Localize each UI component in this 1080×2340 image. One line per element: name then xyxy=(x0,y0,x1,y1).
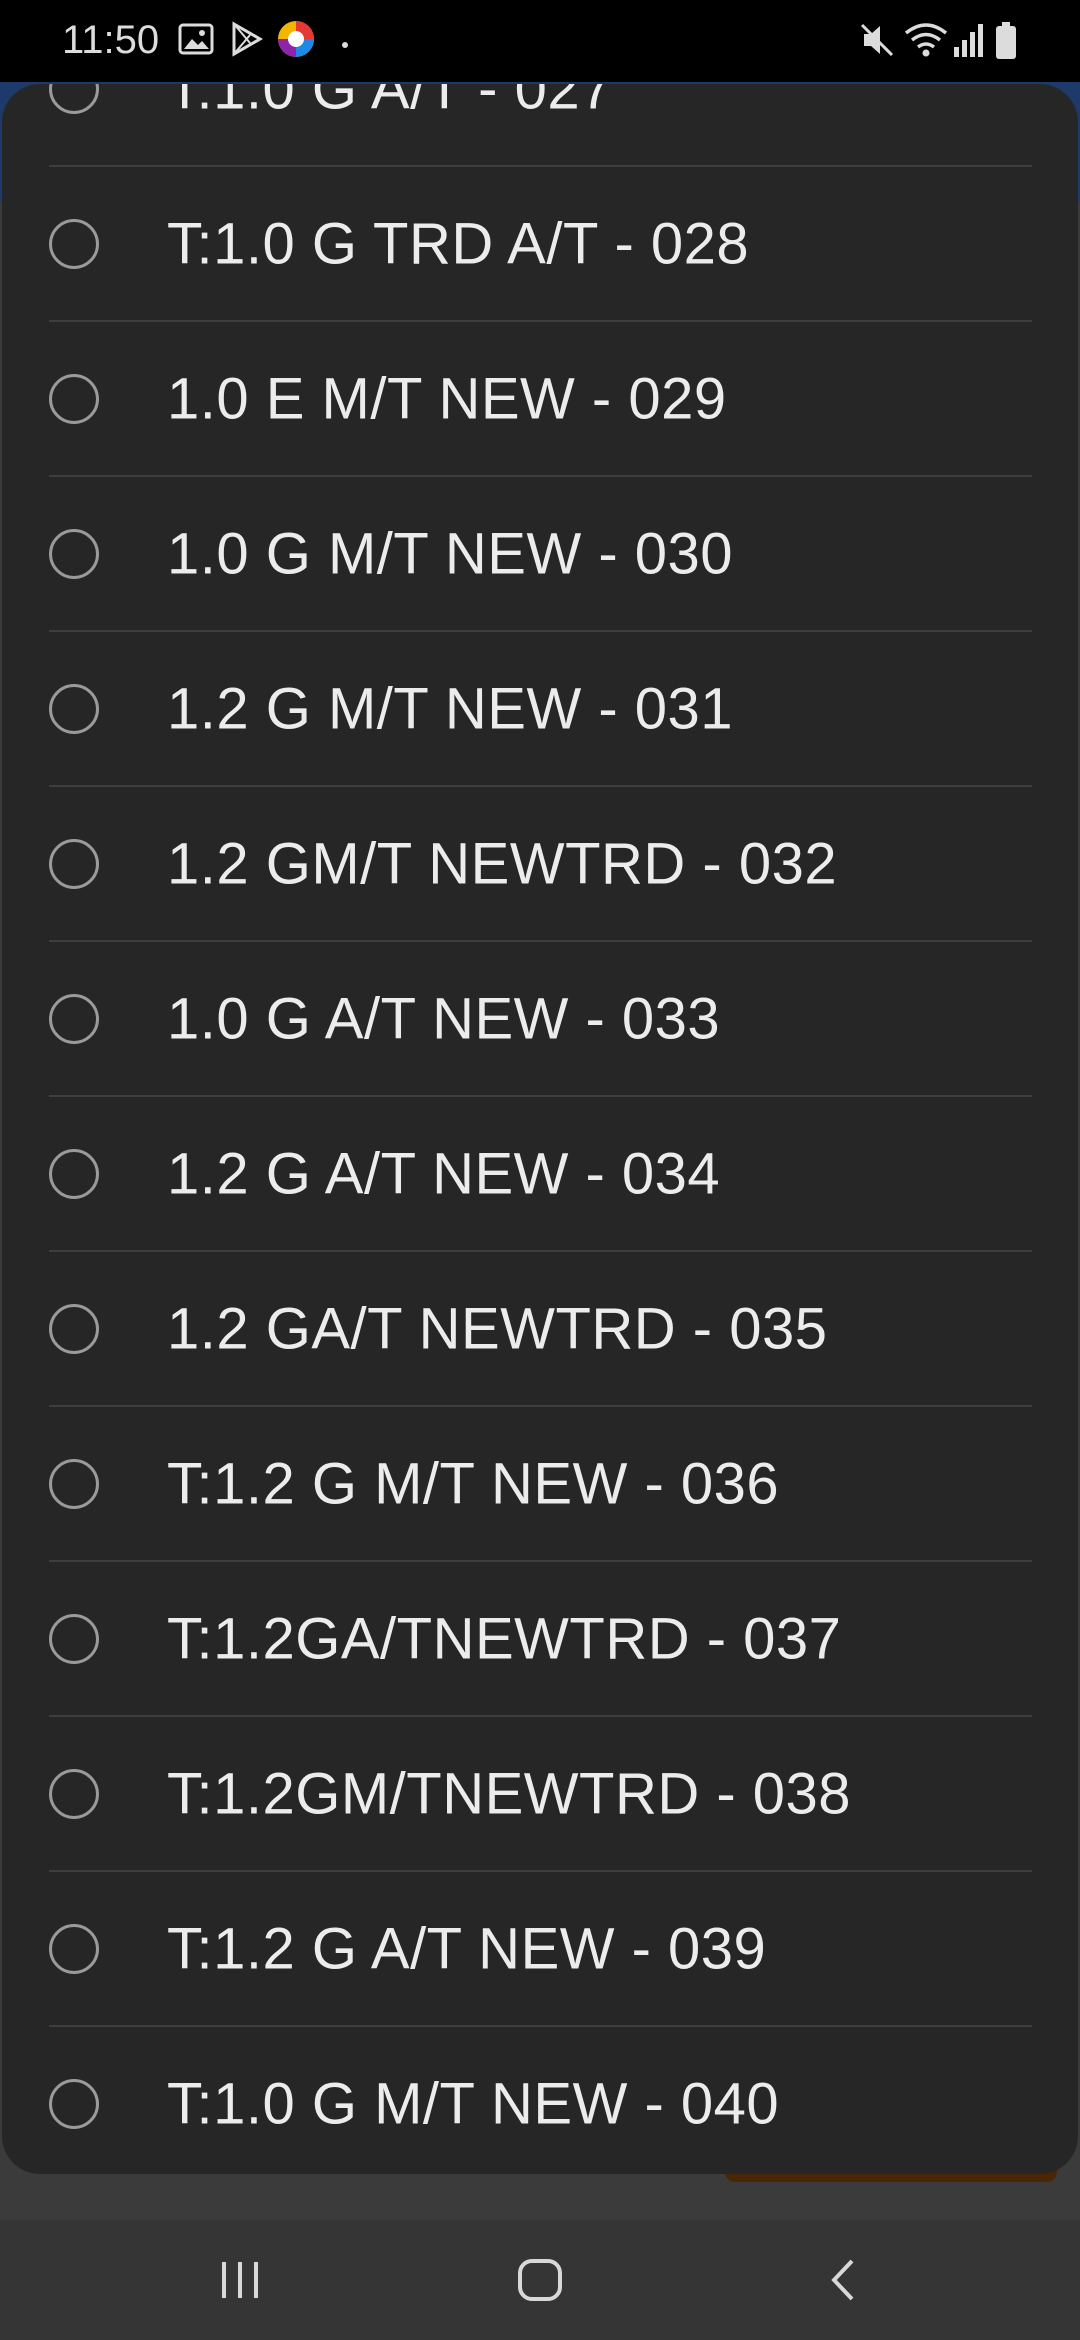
wifi-icon xyxy=(904,21,948,64)
home-icon[interactable] xyxy=(505,2250,575,2310)
status-bar: 11:50 xyxy=(0,0,1080,82)
radio-button[interactable] xyxy=(49,993,99,1044)
radio-button[interactable] xyxy=(49,1303,99,1354)
play-store-icon xyxy=(230,21,264,62)
list-item-label: 1.2 GA/T NEWTRD - 035 xyxy=(167,1296,828,1361)
list-item[interactable]: 1.2 G A/T NEW - 034 xyxy=(49,1097,1032,1252)
radio-button[interactable] xyxy=(49,683,99,734)
radio-button[interactable] xyxy=(49,1923,99,1974)
list-item-label: 1.2 GM/T NEWTRD - 032 xyxy=(167,831,838,896)
back-icon[interactable] xyxy=(808,2250,878,2310)
list-item-label: T:1.2 G A/T NEW - 039 xyxy=(167,1916,767,1981)
recents-icon[interactable] xyxy=(205,2250,275,2310)
list-item[interactable]: 1.0 E M/T NEW - 029 xyxy=(49,322,1032,477)
image-icon xyxy=(178,21,214,62)
radio-button[interactable] xyxy=(49,528,99,579)
list-item-label: T:1.2 G M/T NEW - 036 xyxy=(167,1451,780,1516)
list-item-label: 1.0 G A/T NEW - 033 xyxy=(167,986,721,1051)
list-item[interactable]: T:1.0 G TRD A/T - 028 xyxy=(49,167,1032,322)
list-item-label: 1.0 G M/T NEW - 030 xyxy=(167,521,734,586)
list-item-label: T:1.0 G M/T NEW - 040 xyxy=(167,2071,780,2136)
mute-icon xyxy=(858,21,896,64)
list-item-label: 1.2 G A/T NEW - 034 xyxy=(167,1141,721,1206)
list-item-label: T:1.2GA/TNEWTRD - 037 xyxy=(167,1606,842,1671)
radio-button[interactable] xyxy=(49,838,99,889)
list-item[interactable]: 1.2 GM/T NEWTRD - 032 xyxy=(49,787,1032,942)
list-item-label: T:1.2GM/TNEWTRD - 038 xyxy=(167,1761,852,1826)
list-item[interactable]: 1.2 G M/T NEW - 031 xyxy=(49,632,1032,787)
signal-icon xyxy=(952,21,984,64)
list-item-label: T:1.0 G A/T - 027 xyxy=(167,84,613,121)
radio-button[interactable] xyxy=(49,1768,99,1819)
radio-button[interactable] xyxy=(49,218,99,269)
option-list[interactable]: T:1.0 G A/T - 027 T:1.0 G TRD A/T - 028 1.… xyxy=(2,84,1078,2174)
navigation-bar xyxy=(0,2220,1080,2340)
list-item-label: 1.0 E M/T NEW - 029 xyxy=(167,366,727,431)
list-item[interactable]: T:1.2 G A/T NEW - 039 xyxy=(49,1872,1032,2027)
list-item-label: T:1.0 G TRD A/T - 028 xyxy=(167,211,750,276)
list-item[interactable]: 1.0 G M/T NEW - 030 xyxy=(49,477,1032,632)
list-item[interactable]: T:1.2GM/TNEWTRD - 038 xyxy=(49,1717,1032,1872)
list-item[interactable]: T:1.2GA/TNEWTRD - 037 xyxy=(49,1562,1032,1717)
status-time: 11:50 xyxy=(62,18,160,62)
list-item[interactable]: T:1.0 G A/T - 027 xyxy=(49,84,1032,167)
list-item[interactable]: 1.0 G A/T NEW - 033 xyxy=(49,942,1032,1097)
radio-button[interactable] xyxy=(49,1458,99,1509)
radio-button[interactable] xyxy=(49,2078,99,2129)
list-item[interactable]: T:1.0 G M/T NEW - 040 xyxy=(49,2027,1032,2174)
radio-button[interactable] xyxy=(49,1148,99,1199)
battery-icon xyxy=(994,21,1018,66)
list-item[interactable]: T:1.2 G M/T NEW - 036 xyxy=(49,1407,1032,1562)
selection-dialog: T:1.0 G A/T - 027 T:1.0 G TRD A/T - 028 1.… xyxy=(2,84,1078,2174)
list-item-label: 1.2 G M/T NEW - 031 xyxy=(167,676,734,741)
dot-icon xyxy=(341,36,349,54)
radio-button[interactable] xyxy=(49,373,99,424)
app-logo-icon xyxy=(276,19,316,64)
list-item[interactable]: 1.2 GA/T NEWTRD - 035 xyxy=(49,1252,1032,1407)
radio-button[interactable] xyxy=(49,1613,99,1664)
radio-button[interactable] xyxy=(49,84,99,114)
